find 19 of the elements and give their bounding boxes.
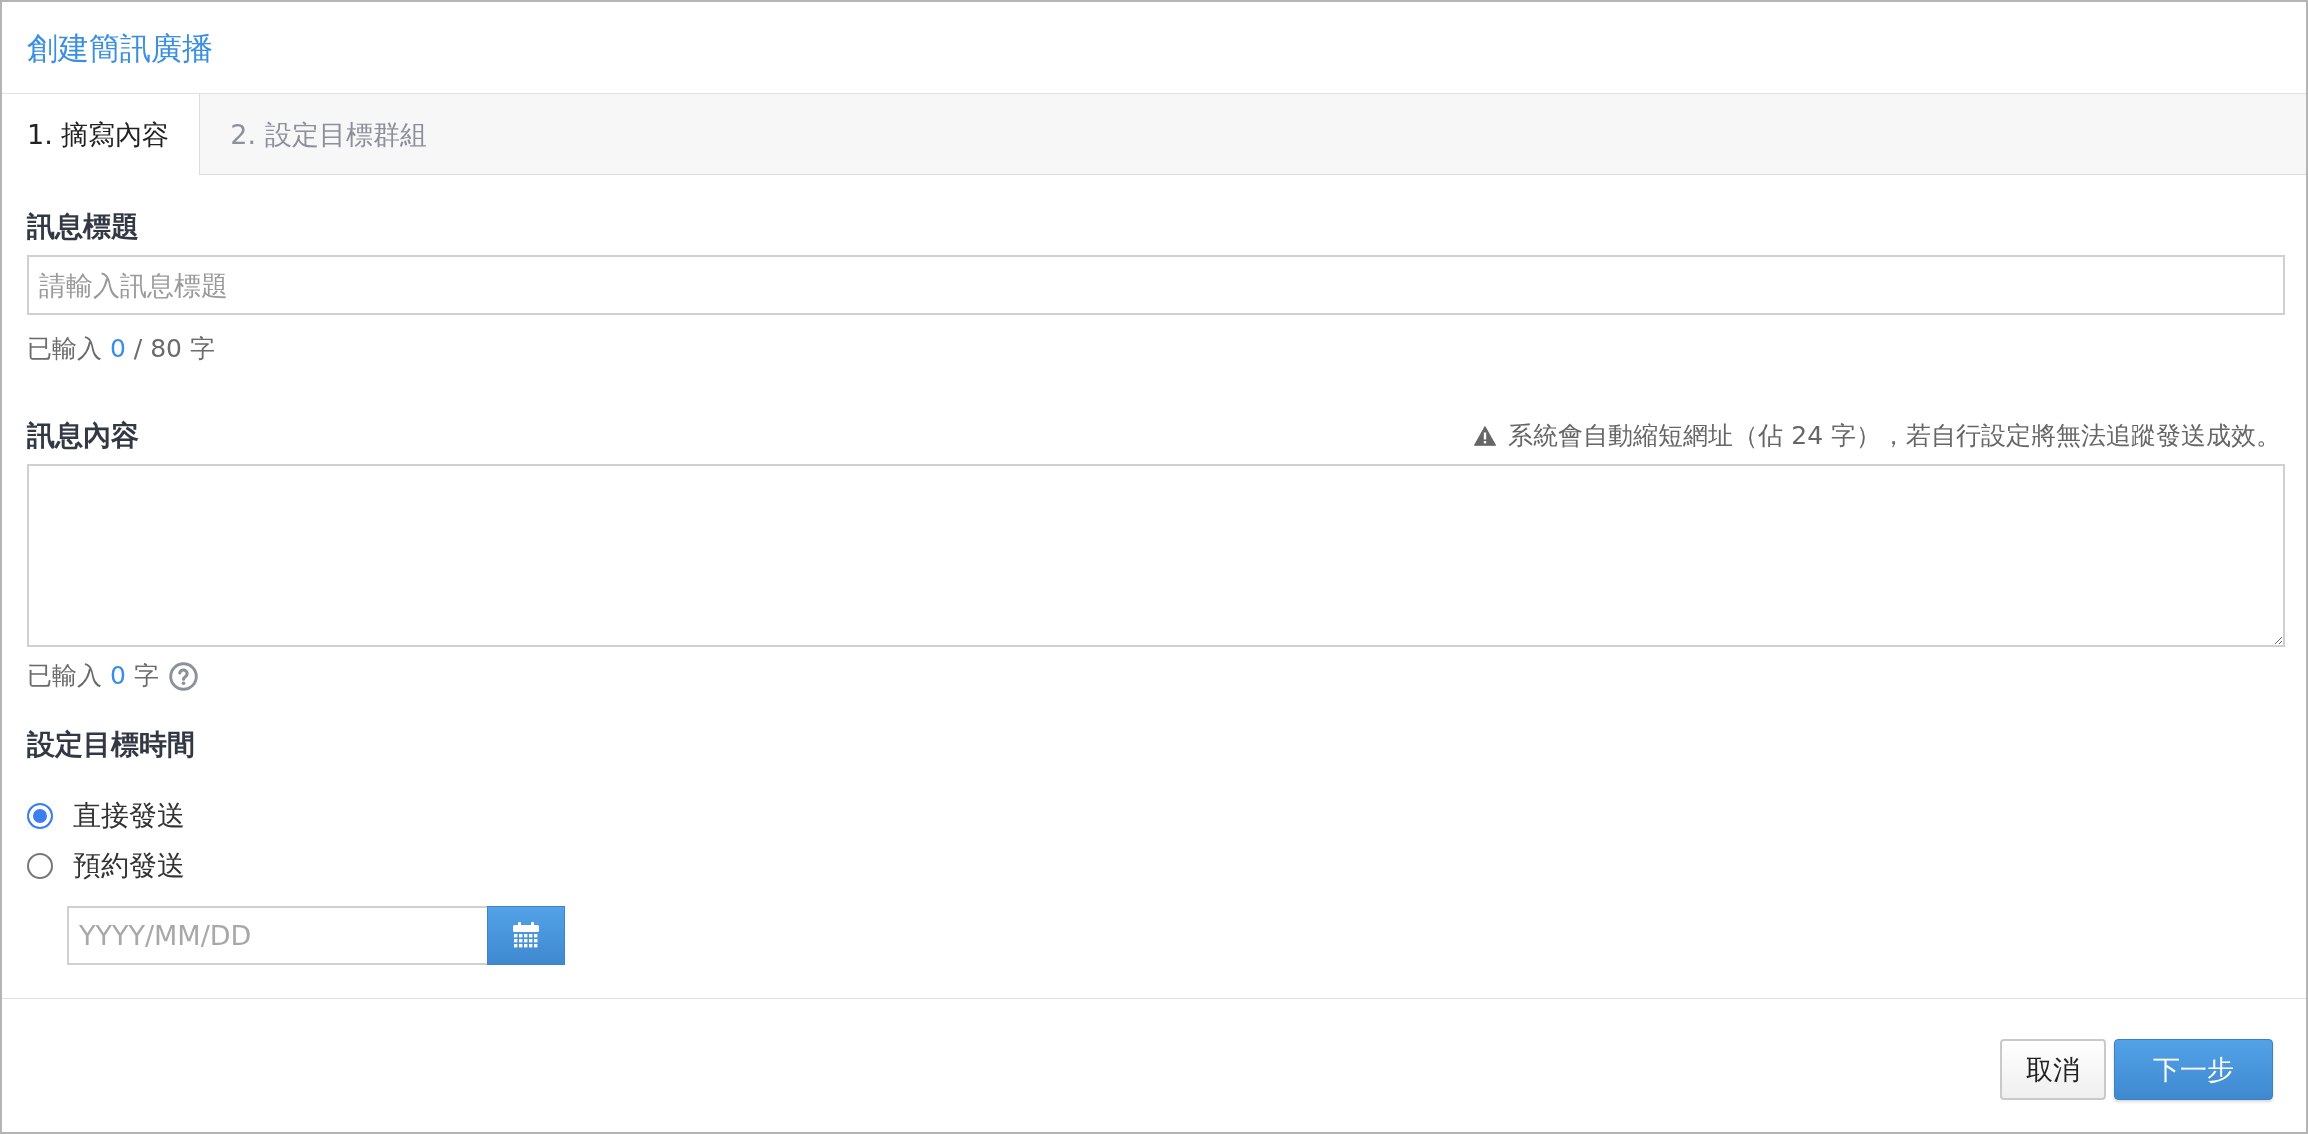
help-icon[interactable]: [168, 661, 198, 691]
character-counter: 已輸入 0 / 80 字: [27, 333, 215, 365]
character-counter: 已輸入 0 字: [27, 660, 159, 692]
field-label: 訊息標題: [27, 209, 139, 245]
warning-text: 系統會自動縮短網址（佔 24 字），若自行設定將無法追蹤發送成效。: [1508, 420, 2281, 452]
radio-option[interactable]: 直接發送: [27, 798, 185, 834]
date-input[interactable]: YYYY/MM/DD: [67, 906, 487, 965]
warning-icon: [1474, 426, 1497, 446]
calendar-button[interactable]: [487, 906, 565, 965]
cancel-button[interactable]: 取消: [2000, 1039, 2106, 1100]
step-tab[interactable]: 1. 摘寫內容: [2, 94, 201, 175]
title-input[interactable]: 請輸入訊息標題: [27, 255, 2285, 315]
field-label: 設定目標時間: [27, 727, 195, 763]
radio-button[interactable]: [27, 853, 53, 879]
radio-button[interactable]: [27, 803, 53, 829]
calendar-icon: [513, 921, 539, 950]
field-label: 訊息內容: [27, 418, 139, 454]
dialog-title: 創建簡訊廣播: [27, 28, 213, 68]
radio-option[interactable]: 預約發送: [27, 848, 185, 884]
